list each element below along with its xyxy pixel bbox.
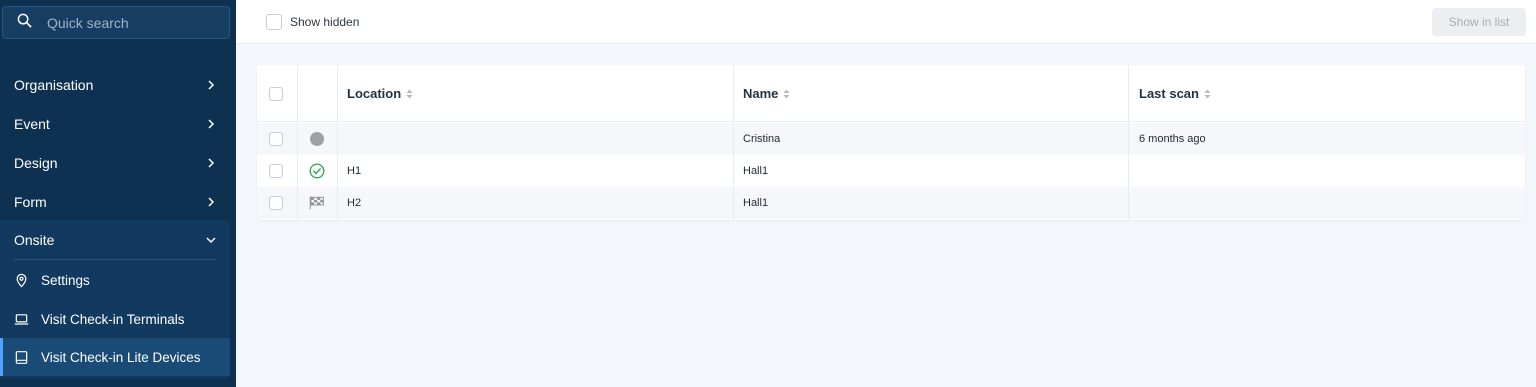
row-select-cell: [269, 123, 283, 155]
column-divider: [297, 65, 298, 220]
devices-table: Location Name Last scan Cristina 6 month…: [257, 65, 1525, 220]
table-row[interactable]: H2 Hall1: [257, 187, 1525, 219]
column-divider: [733, 65, 734, 220]
sidebar-item-label: Settings: [41, 272, 90, 288]
location-cell: H2: [347, 197, 362, 209]
chevron-right-icon: [208, 157, 215, 168]
flag-icon: [309, 196, 324, 210]
column-header-location[interactable]: Location: [347, 65, 413, 122]
tablet-icon: [14, 350, 29, 365]
chevron-right-icon: [208, 196, 215, 207]
nav-item-label: Event: [14, 115, 50, 132]
column-header-label: Last scan: [1139, 86, 1199, 101]
search-input[interactable]: [47, 14, 217, 31]
column-header-name[interactable]: Name: [743, 65, 790, 122]
show-in-list-button[interactable]: Show in list: [1432, 8, 1526, 36]
select-all-cell: [269, 65, 283, 122]
row-checkbox[interactable]: [269, 196, 283, 210]
divider: [14, 259, 216, 260]
sidebar-item-settings[interactable]: Settings: [0, 261, 230, 299]
nav-item-organisation[interactable]: Organisation: [0, 65, 236, 104]
sidebar-item-label: Visit Check-in Terminals: [41, 311, 185, 327]
row-checkbox[interactable]: [269, 164, 283, 178]
nav-item-label: Organisation: [14, 76, 94, 93]
search-icon: [17, 13, 32, 33]
sort-icon: [406, 89, 413, 98]
column-header-label: Name: [743, 86, 779, 101]
quick-search[interactable]: [2, 6, 230, 39]
row-select-cell: [269, 155, 283, 187]
chevron-right-icon: [208, 118, 215, 129]
status-cell: [309, 155, 325, 187]
sidebar-item-check-in-lite-devices[interactable]: Visit Check-in Lite Devices: [0, 338, 230, 376]
name-cell: Cristina: [743, 133, 781, 145]
column-divider: [337, 65, 338, 220]
name-cell: Hall1: [743, 165, 769, 177]
sidebar-item-label: Visit Check-in Lite Devices: [41, 349, 201, 365]
nav-item-design[interactable]: Design: [0, 143, 236, 182]
show-hidden-label: Show hidden: [290, 15, 360, 29]
location-cell: H1: [347, 165, 362, 177]
sidebar: Organisation Event Design Form Onsite Se…: [0, 0, 236, 387]
nav-item-label: Form: [14, 193, 47, 210]
column-divider: [1128, 65, 1129, 220]
show-hidden-checkbox[interactable]: [266, 14, 282, 30]
table-row[interactable]: H1 Hall1: [257, 155, 1525, 187]
nav-item-label: Design: [14, 154, 58, 171]
nav-item-event[interactable]: Event: [0, 104, 236, 143]
show-hidden-toggle[interactable]: Show hidden: [266, 14, 359, 30]
column-header-label: Location: [347, 86, 402, 101]
location-pin-icon: [14, 273, 29, 288]
check-circle-icon: [309, 163, 325, 179]
column-header-last-scan[interactable]: Last scan: [1139, 65, 1211, 122]
sort-icon: [783, 89, 790, 98]
table-row[interactable]: Cristina 6 months ago: [257, 123, 1525, 155]
name-cell: Hall1: [743, 197, 769, 209]
sidebar-item-check-in-terminals[interactable]: Visit Check-in Terminals: [0, 300, 230, 338]
toolbar: Show hidden Show in list: [236, 0, 1536, 44]
select-all-checkbox[interactable]: [269, 86, 283, 101]
status-cell: [309, 187, 325, 219]
table-header: Location Name Last scan: [257, 65, 1525, 122]
chevron-down-icon: [206, 236, 216, 243]
sort-icon: [1204, 89, 1211, 98]
laptop-icon: [14, 312, 29, 327]
nav-item-form[interactable]: Form: [0, 182, 236, 221]
status-cell: [309, 123, 325, 155]
last-scan-cell: 6 months ago: [1139, 133, 1206, 145]
offline-dot-icon: [310, 132, 324, 146]
chevron-right-icon: [208, 79, 215, 90]
nav-item-onsite[interactable]: Onsite: [0, 220, 230, 259]
row-checkbox[interactable]: [269, 132, 283, 146]
row-select-cell: [269, 187, 283, 219]
nav-item-label: Onsite: [14, 231, 55, 248]
